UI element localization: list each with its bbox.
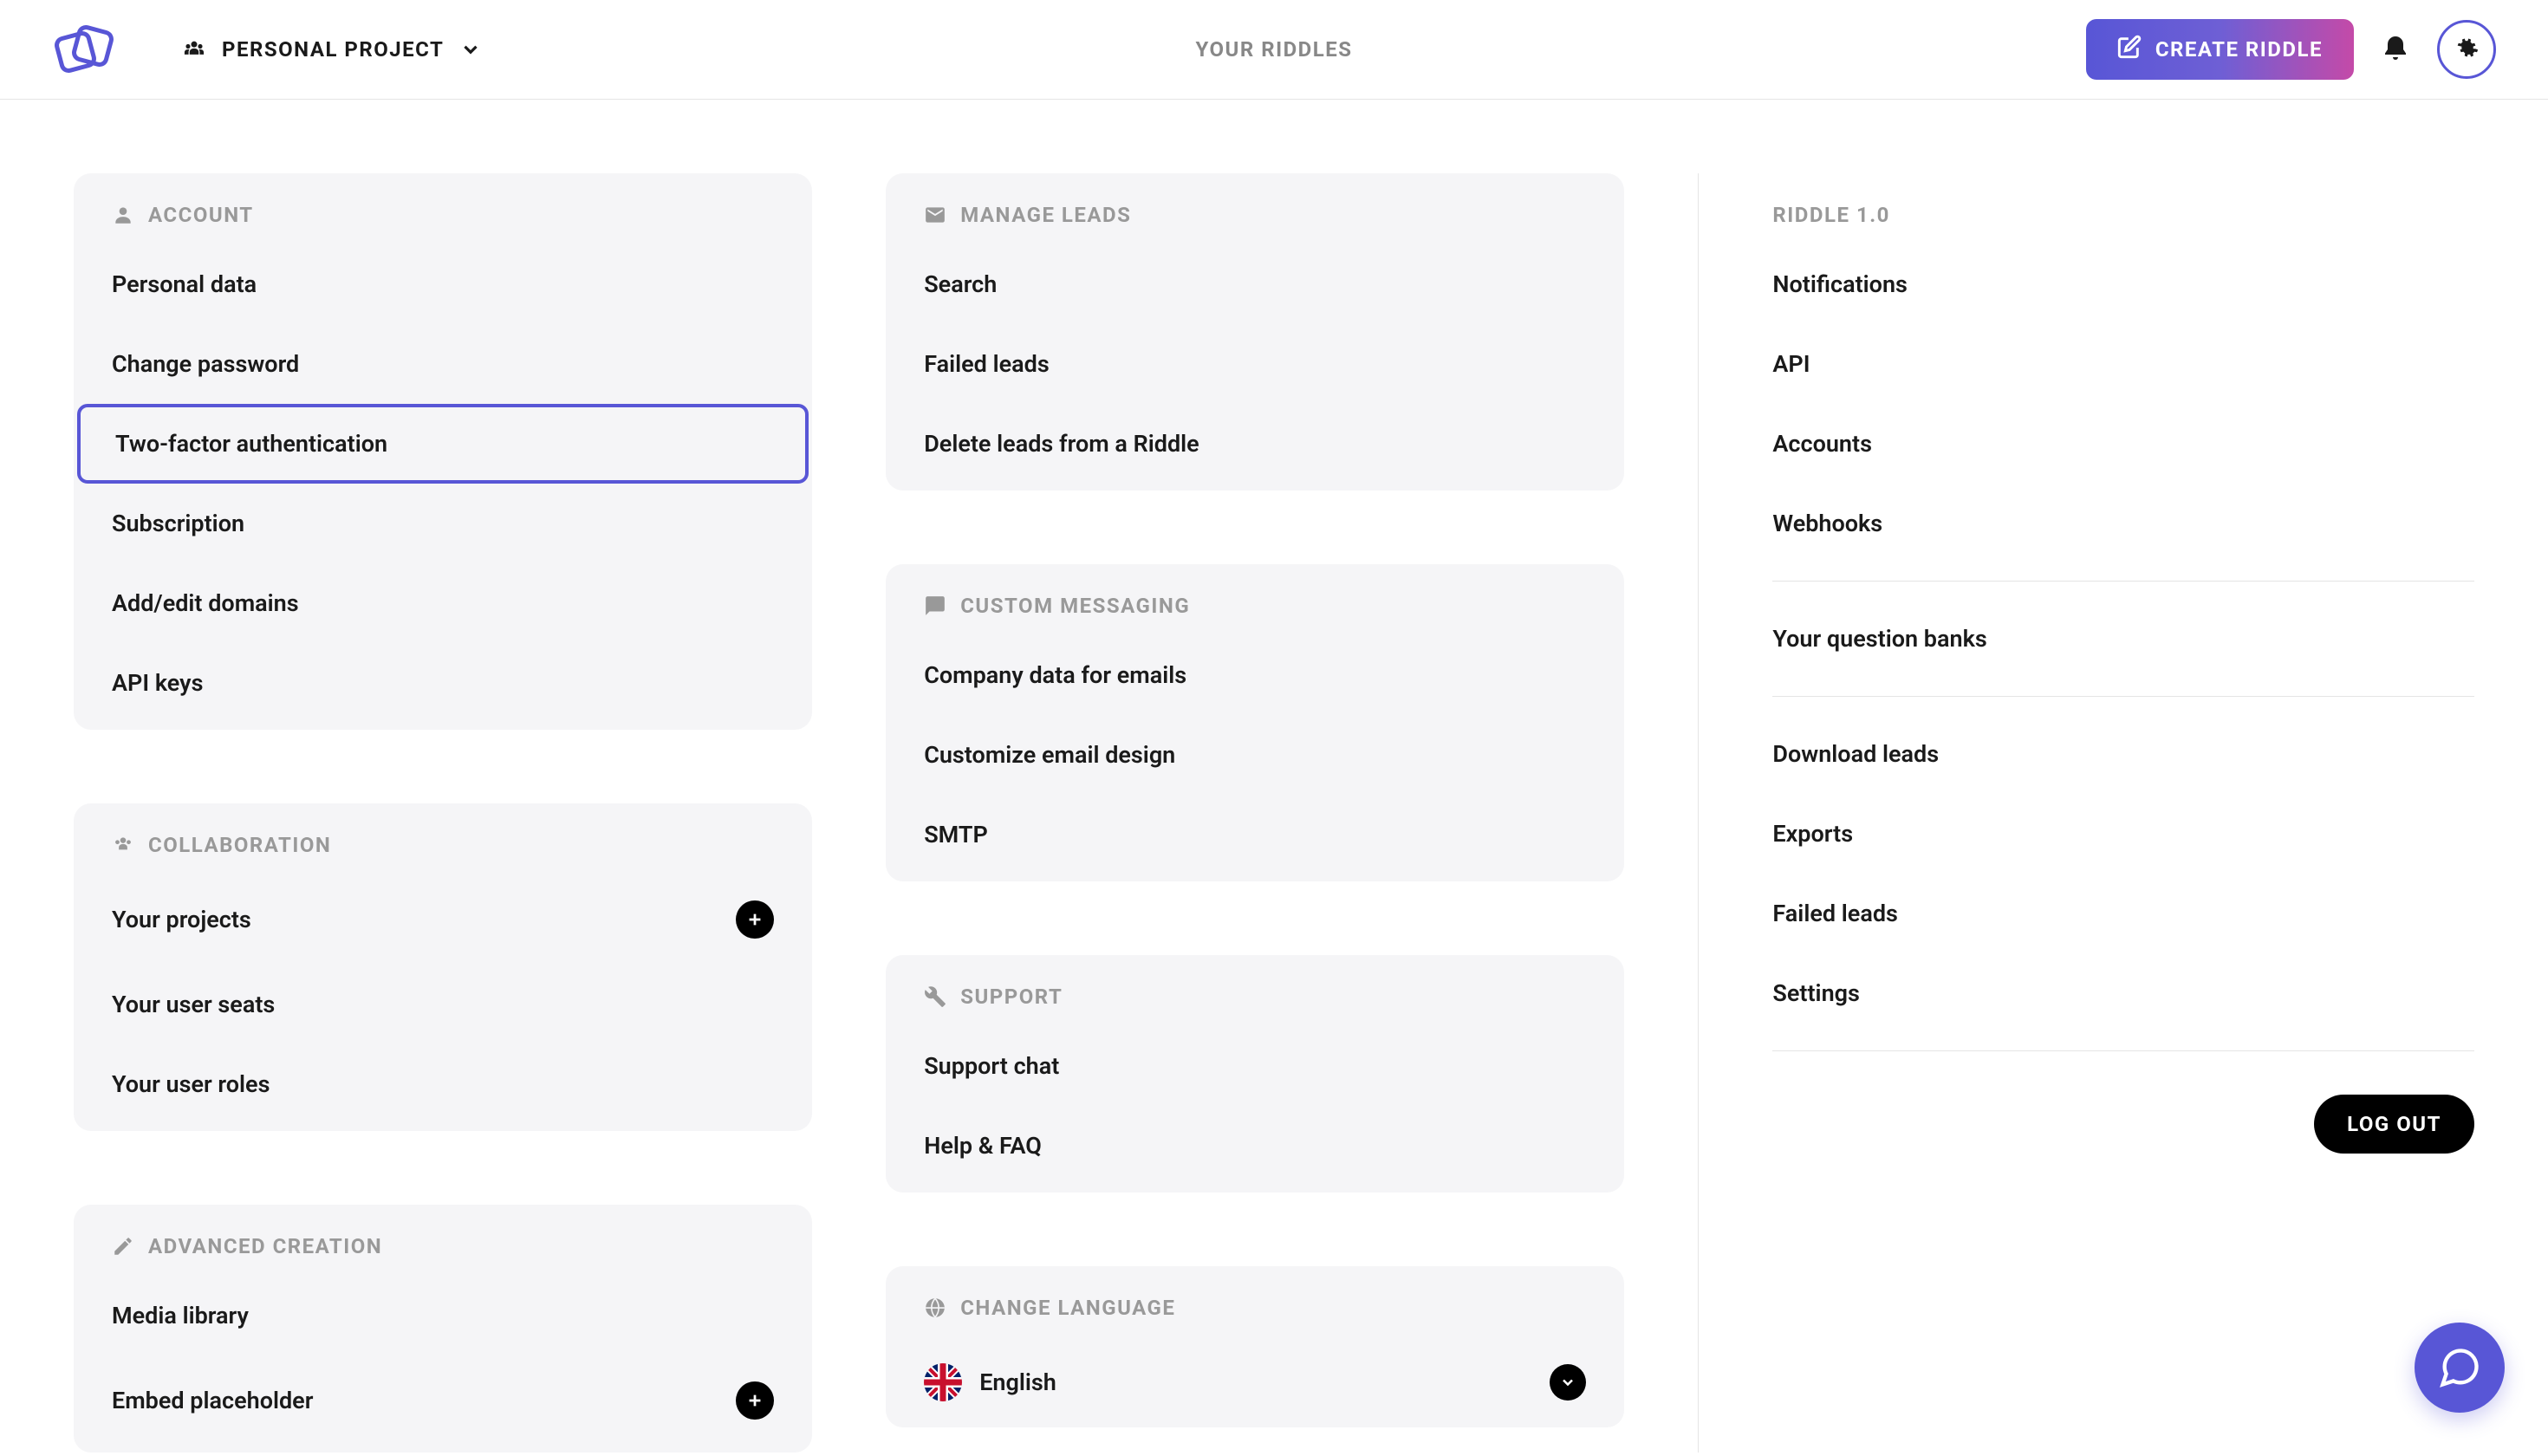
your-projects-label: Your projects (112, 906, 251, 933)
language-card: CHANGE LANGUAGE English (886, 1266, 1624, 1427)
riddle10-title: RIDDLE 1.0 (1772, 173, 2474, 244)
gear-icon (2452, 33, 2481, 66)
language-header: CHANGE LANGUAGE (886, 1266, 1624, 1337)
custom-messaging-card: CUSTOM MESSAGING Company data for emails… (886, 564, 1624, 881)
smtp-item[interactable]: SMTP (886, 795, 1624, 881)
column-middle: MANAGE LEADS Search Failed leads Delete … (886, 173, 1624, 1453)
collaboration-title: COLLABORATION (148, 833, 331, 857)
create-riddle-button[interactable]: CREATE RIDDLE (2086, 19, 2354, 80)
divider (1772, 1050, 2474, 1051)
change-password-item[interactable]: Change password (74, 324, 812, 404)
delete-leads-item[interactable]: Delete leads from a Riddle (886, 404, 1624, 491)
manage-leads-card: MANAGE LEADS Search Failed leads Delete … (886, 173, 1624, 491)
chevron-down-icon (459, 38, 482, 61)
header: PERSONAL PROJECT YOUR RIDDLES CREATE RID… (0, 0, 2548, 100)
project-name: PERSONAL PROJECT (222, 37, 444, 62)
uk-flag-icon (924, 1363, 962, 1401)
notifications-icon[interactable] (2380, 34, 2411, 65)
subscription-item[interactable]: Subscription (74, 484, 812, 563)
chat-icon (924, 595, 946, 617)
embed-placeholder-label: Embed placeholder (112, 1387, 313, 1414)
manage-leads-header: MANAGE LEADS (886, 173, 1624, 244)
account-card: ACCOUNT Personal data Change password Tw… (74, 173, 812, 730)
language-title: CHANGE LANGUAGE (960, 1296, 1175, 1320)
failed-leads-right-item[interactable]: Failed leads (1772, 874, 2474, 953)
embed-placeholder-item[interactable]: Embed placeholder (74, 1355, 812, 1453)
settings-content: ACCOUNT Personal data Change password Tw… (0, 100, 2548, 1453)
settings-item[interactable]: Settings (1772, 953, 2474, 1033)
exports-item[interactable]: Exports (1772, 794, 2474, 874)
column-left: ACCOUNT Personal data Change password Tw… (74, 173, 812, 1453)
advanced-header: ADVANCED CREATION (74, 1205, 812, 1276)
email-design-item[interactable]: Customize email design (886, 715, 1624, 795)
api-item[interactable]: API (1772, 324, 2474, 404)
notifications-item[interactable]: Notifications (1772, 244, 2474, 324)
add-project-button[interactable] (736, 900, 774, 939)
user-roles-item[interactable]: Your user roles (74, 1044, 812, 1131)
support-title: SUPPORT (960, 985, 1063, 1009)
page-title: YOUR RIDDLES (1195, 37, 1352, 62)
divider (1772, 581, 2474, 582)
personal-data-item[interactable]: Personal data (74, 244, 812, 324)
two-factor-auth-item[interactable]: Two-factor authentication (77, 404, 809, 484)
divider (1772, 696, 2474, 697)
account-title: ACCOUNT (148, 203, 254, 227)
chat-support-button[interactable] (2415, 1323, 2505, 1413)
manage-leads-title: MANAGE LEADS (960, 203, 1131, 227)
help-faq-item[interactable]: Help & FAQ (886, 1106, 1624, 1193)
your-projects-item[interactable]: Your projects (74, 874, 812, 965)
settings-button[interactable] (2437, 20, 2496, 79)
logout-button[interactable]: LOG OUT (2314, 1095, 2474, 1154)
language-current: English (979, 1368, 1056, 1396)
globe-icon (924, 1297, 946, 1319)
collaboration-header: COLLABORATION (74, 803, 812, 874)
question-banks-item[interactable]: Your question banks (1772, 599, 2474, 679)
custom-messaging-header: CUSTOM MESSAGING (886, 564, 1624, 635)
column-right: RIDDLE 1.0 Notifications API Accounts We… (1698, 173, 2474, 1453)
support-header: SUPPORT (886, 955, 1624, 1026)
mail-icon (924, 204, 946, 226)
webhooks-item[interactable]: Webhooks (1772, 484, 2474, 563)
add-embed-button[interactable] (736, 1381, 774, 1420)
language-selector[interactable]: English (886, 1337, 1624, 1427)
domains-item[interactable]: Add/edit domains (74, 563, 812, 643)
edit-icon (2117, 35, 2142, 64)
api-keys-item[interactable]: API keys (74, 643, 812, 730)
people-icon (112, 834, 134, 856)
accounts-item[interactable]: Accounts (1772, 404, 2474, 484)
create-riddle-label: CREATE RIDDLE (2155, 37, 2323, 62)
project-selector[interactable]: PERSONAL PROJECT (182, 37, 482, 62)
people-icon (182, 37, 206, 62)
riddle10-section: RIDDLE 1.0 Notifications API Accounts We… (1772, 173, 2474, 1154)
account-header: ACCOUNT (74, 173, 812, 244)
user-icon (112, 204, 134, 226)
company-data-item[interactable]: Company data for emails (886, 635, 1624, 715)
user-seats-item[interactable]: Your user seats (74, 965, 812, 1044)
collaboration-card: COLLABORATION Your projects Your user se… (74, 803, 812, 1131)
advanced-title: ADVANCED CREATION (148, 1234, 382, 1258)
language-expand-button[interactable] (1550, 1364, 1586, 1401)
pencil-icon (112, 1235, 134, 1258)
search-leads-item[interactable]: Search (886, 244, 1624, 324)
support-card: SUPPORT Support chat Help & FAQ (886, 955, 1624, 1193)
download-leads-item[interactable]: Download leads (1772, 714, 2474, 794)
wrench-icon (924, 985, 946, 1008)
header-actions: CREATE RIDDLE (2086, 19, 2496, 80)
failed-leads-item[interactable]: Failed leads (886, 324, 1624, 404)
media-library-item[interactable]: Media library (74, 1276, 812, 1355)
advanced-card: ADVANCED CREATION Media library Embed pl… (74, 1205, 812, 1453)
support-chat-item[interactable]: Support chat (886, 1026, 1624, 1106)
custom-messaging-title: CUSTOM MESSAGING (960, 594, 1190, 618)
logo[interactable] (52, 23, 130, 76)
